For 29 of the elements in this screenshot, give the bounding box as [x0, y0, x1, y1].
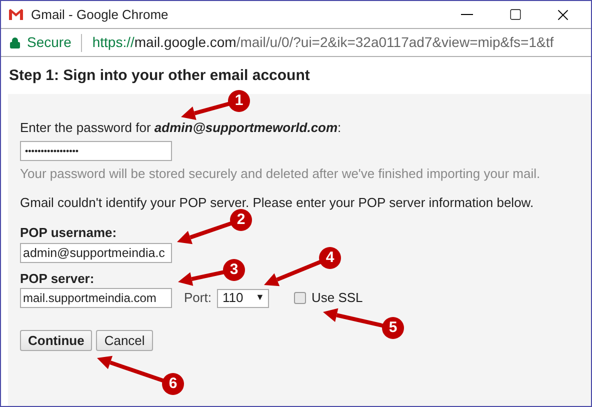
server-label: POP server: [20, 270, 94, 288]
pop-note: Gmail couldn't identify your POP server. Please enter your POP server information below. [20, 194, 534, 212]
server-field[interactable]: mail.supportmeindia.com [20, 288, 172, 308]
page-heading: Step 1: Sign into your other email account [8, 66, 311, 86]
ssl-label: Use SSL [311, 289, 363, 308]
password-prompt: Enter the password for admin@supportmeworld.com: [20, 118, 342, 137]
security-label: Secure [27, 33, 72, 52]
number-badge: 1 [228, 90, 250, 112]
mail-logo-icon [9, 9, 23, 20]
arrow [177, 221, 232, 244]
arrow [97, 356, 164, 383]
maximize-icon [508, 8, 522, 21]
continue-button[interactable]: Continue [20, 330, 92, 351]
password-note: Your password will be stored securely and deleted after we've finished importing your mail. [20, 165, 542, 183]
url-text[interactable]: https://mail.google.com/mail/u/0/?ui=2&ik=32a0117ad7&view=mip&fs=1&tf [92, 32, 554, 53]
minimize-icon [461, 14, 473, 15]
arrow [181, 102, 230, 120]
lock-icon [9, 36, 21, 48]
arrow [323, 308, 384, 328]
port-select[interactable]: 110 ▼ [217, 288, 270, 308]
window-title: Gmail - Google Chrome [31, 6, 168, 24]
password-field[interactable]: ••••••••••••••••• [20, 141, 172, 161]
username-label: POP username: [20, 224, 117, 242]
arrow [178, 270, 225, 286]
ssl-checkbox[interactable] [294, 292, 306, 304]
arrow [264, 260, 322, 286]
port-label: Port: [184, 289, 212, 308]
username-field[interactable]: admin@supportmeindia.c [20, 242, 172, 262]
cancel-button[interactable]: Cancel [96, 330, 153, 351]
